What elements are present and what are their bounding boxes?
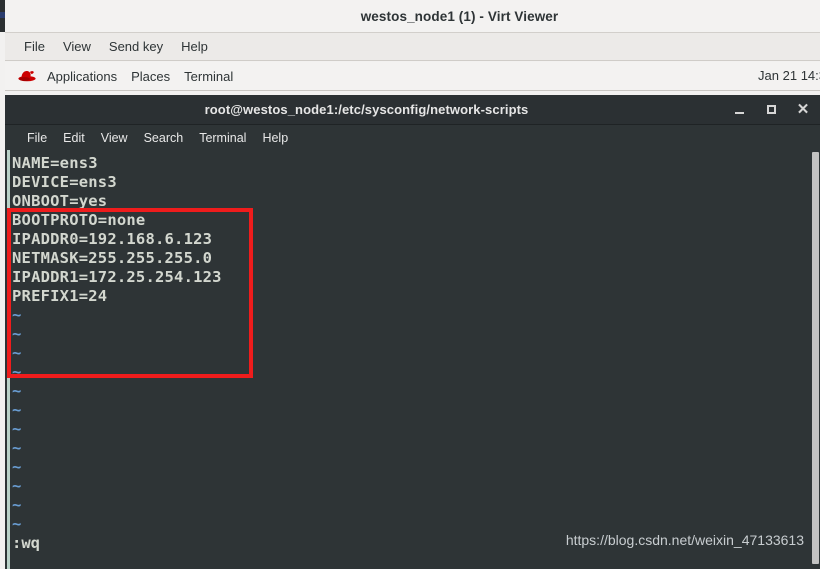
panel-clock[interactable]: Jan 21 14:3 <box>758 68 820 83</box>
vim-empty-line-marker: ~ <box>12 477 22 495</box>
virt-viewer-menubar: File View Send key Help <box>5 33 820 61</box>
red-hat-icon <box>17 67 37 85</box>
terminal-menubar: File Edit View Search Terminal Help <box>5 125 820 150</box>
vim-empty-line-marker: ~ <box>12 496 22 514</box>
vim-file-line: PREFIX1=24 <box>12 287 108 305</box>
vim-empty-line-marker: ~ <box>12 401 22 419</box>
vim-empty-line-marker: ~ <box>12 458 22 476</box>
viewer-menu-view[interactable]: View <box>54 37 100 56</box>
vim-file-line: NAME=ens3 <box>12 154 98 172</box>
vim-file-line: NETMASK=255.255.255.0 <box>12 249 213 267</box>
vim-file-line: BOOTPROTO=none <box>12 211 146 229</box>
panel-item-places[interactable]: Places <box>124 67 177 86</box>
vim-empty-line-marker: ~ <box>12 439 22 457</box>
panel-item-applications[interactable]: Applications <box>40 67 124 86</box>
terminal-titlebar: root@westos_node1:/etc/sysconfig/network… <box>5 95 820 125</box>
vim-empty-line-marker: ~ <box>12 382 22 400</box>
terminal-window: root@westos_node1:/etc/sysconfig/network… <box>5 95 820 569</box>
vim-file-line: IPADDR1=172.25.254.123 <box>12 268 222 286</box>
viewer-menu-help[interactable]: Help <box>172 37 217 56</box>
terminal-menu-file[interactable]: File <box>19 130 55 146</box>
watermark-text: https://blog.csdn.net/weixin_47133613 <box>565 532 804 548</box>
terminal-menu-search[interactable]: Search <box>136 130 192 146</box>
vim-file-line: ONBOOT=yes <box>12 192 108 210</box>
vim-command-line[interactable]: :wq <box>12 534 40 553</box>
vim-empty-line-marker: ~ <box>12 306 22 324</box>
vim-cursor-column <box>7 150 10 569</box>
viewer-menu-send-key[interactable]: Send key <box>100 37 172 56</box>
close-icon[interactable]: ✕ <box>794 101 812 119</box>
virt-viewer-titlebar: westos_node1 (1) - Virt Viewer <box>5 0 820 33</box>
minimize-icon[interactable] <box>730 101 748 119</box>
screenshot-root: westos_node1 (1) - Virt Viewer File View… <box>0 0 820 569</box>
vim-file-line: DEVICE=ens3 <box>12 173 117 191</box>
terminal-menu-edit[interactable]: Edit <box>55 130 93 146</box>
terminal-window-controls: ✕ <box>730 95 812 124</box>
panel-item-terminal[interactable]: Terminal <box>177 67 240 86</box>
viewer-menu-file[interactable]: File <box>15 37 54 56</box>
virt-viewer-title: westos_node1 (1) - Virt Viewer <box>360 8 559 24</box>
terminal-menu-view[interactable]: View <box>93 130 136 146</box>
vim-empty-line-marker: ~ <box>12 420 22 438</box>
terminal-scrollbar-thumb[interactable] <box>812 152 819 564</box>
virt-viewer-window: westos_node1 (1) - Virt Viewer File View… <box>0 0 820 569</box>
gnome-top-panel: Applications Places Terminal Jan 21 14:3 <box>5 62 820 91</box>
vim-file-line: IPADDR0=192.168.6.123 <box>12 230 213 248</box>
vim-empty-line-marker: ~ <box>12 325 22 343</box>
terminal-scrollbar[interactable] <box>811 150 820 569</box>
vim-empty-line-marker: ~ <box>12 363 22 381</box>
terminal-body[interactable]: NAME=ens3 DEVICE=ens3 ONBOOT=yes BOOTPROTO=… <box>5 150 820 569</box>
vim-empty-line-marker: ~ <box>12 344 22 362</box>
vim-text-area[interactable]: NAME=ens3 DEVICE=ens3 ONBOOT=yes BOOTPROTO=… <box>12 154 772 534</box>
terminal-title: root@westos_node1:/etc/sysconfig/network… <box>204 102 529 117</box>
terminal-menu-help[interactable]: Help <box>254 130 296 146</box>
maximize-icon[interactable] <box>762 101 780 119</box>
terminal-menu-terminal[interactable]: Terminal <box>191 130 254 146</box>
